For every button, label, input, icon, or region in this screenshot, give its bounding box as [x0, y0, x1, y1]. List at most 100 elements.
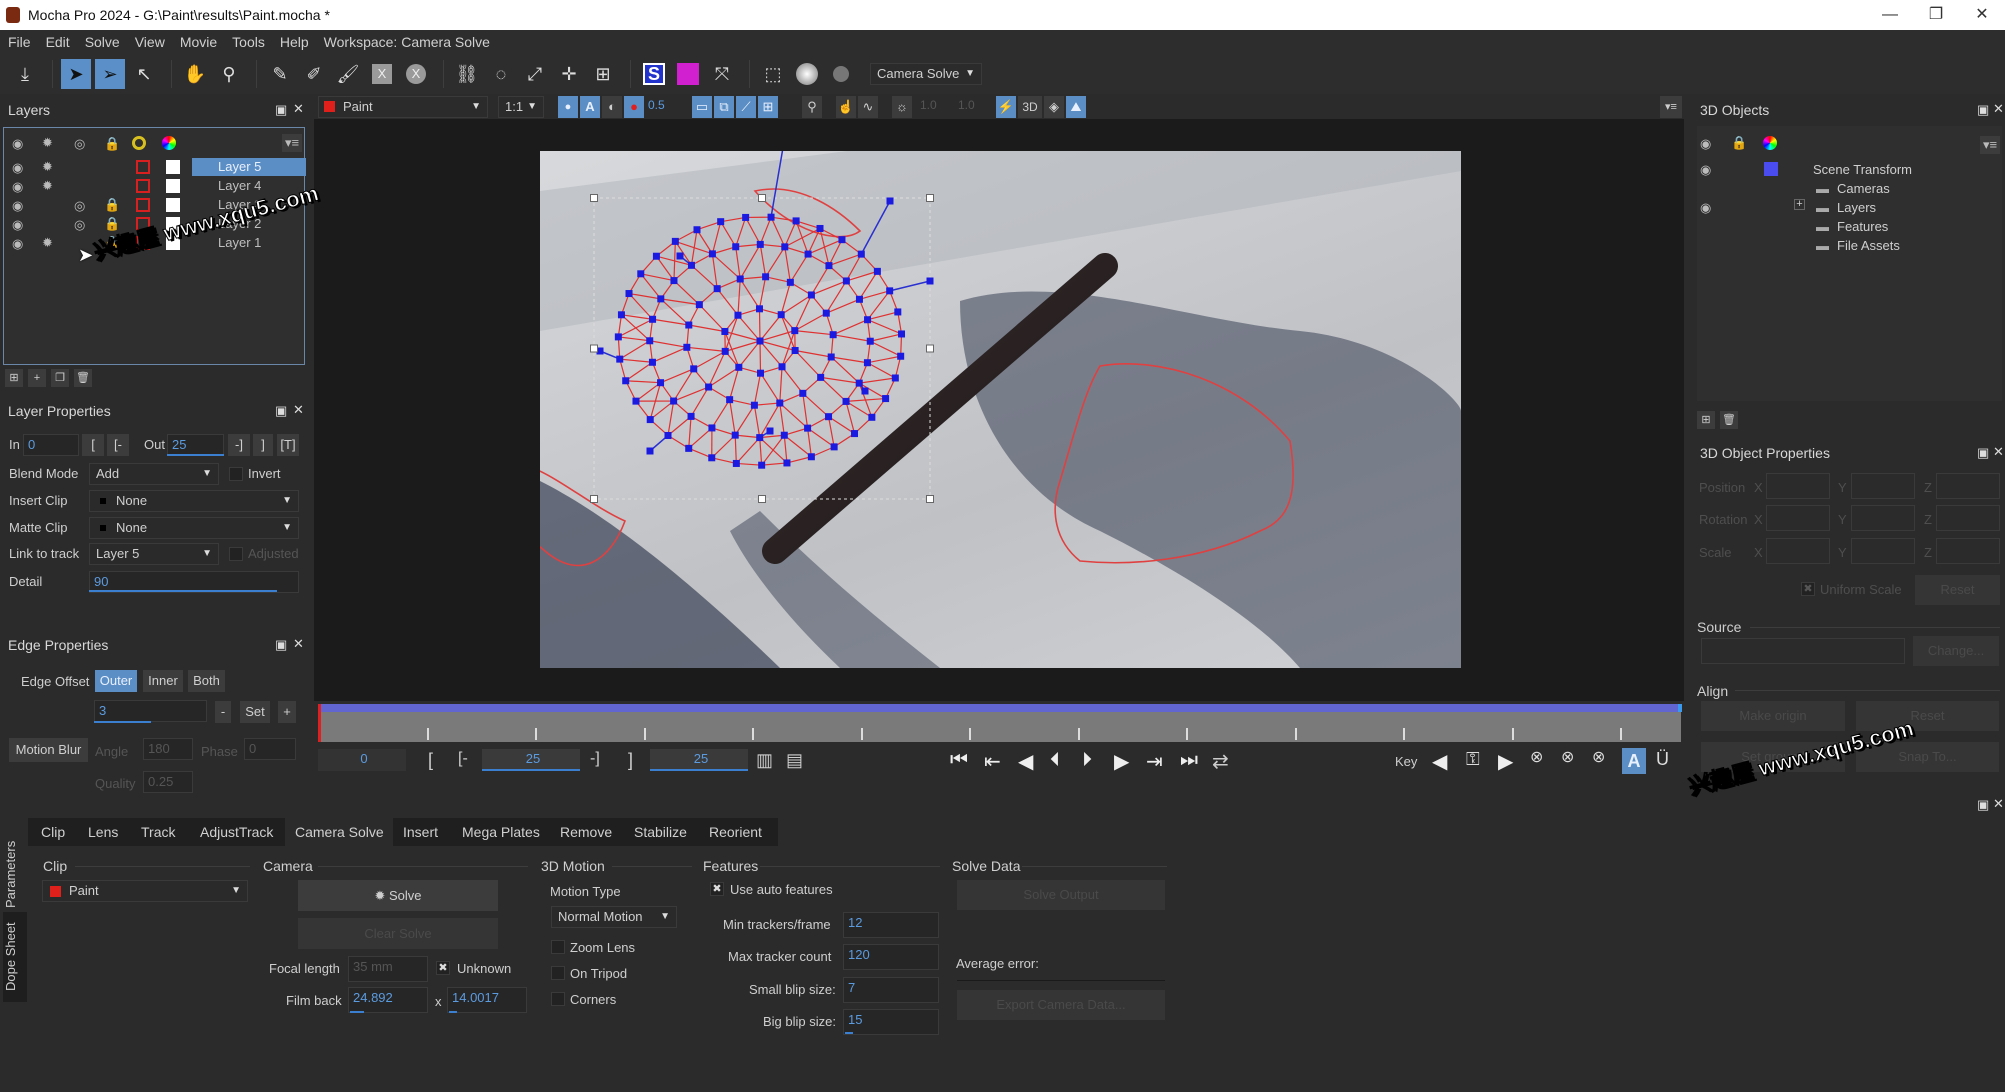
mesh-vertex[interactable] — [685, 444, 693, 452]
layer-row[interactable]: ◉ ✹ Layer 5 — [4, 158, 306, 177]
mesh-vertex[interactable] — [721, 327, 729, 335]
mesh-vertex[interactable] — [855, 295, 863, 303]
new-layer-icon[interactable]: + — [28, 369, 46, 387]
mesh-vertex[interactable] — [757, 369, 765, 377]
menu-help[interactable]: Help — [280, 34, 309, 50]
mesh-vertex[interactable] — [807, 291, 815, 299]
edge-inner-button[interactable]: Inner — [143, 670, 183, 692]
float-panel-icon[interactable]: ▣ — [1977, 445, 1989, 461]
big-blip-field[interactable]: 15 — [843, 1009, 939, 1035]
close-panel-icon[interactable]: ✕ — [1993, 444, 2004, 460]
mesh-vertex[interactable] — [657, 379, 665, 387]
bbox-handle[interactable] — [590, 344, 598, 353]
bbox-handle[interactable] — [758, 495, 766, 503]
nodes-icon[interactable]: ◈ — [1044, 96, 1064, 118]
restore-button[interactable]: ❐ — [1913, 0, 1959, 30]
step-forward-icon[interactable]: ⏵ — [1082, 749, 1092, 772]
mesh-vertex[interactable] — [827, 353, 835, 361]
tab-remove[interactable]: Remove — [550, 818, 623, 846]
mesh-vertex[interactable] — [792, 217, 800, 225]
alpha-icon[interactable]: A — [580, 96, 600, 118]
visibility-icon[interactable]: ◉ — [12, 236, 23, 252]
position-z-field[interactable] — [1936, 473, 2000, 499]
go-in-button[interactable]: [- — [458, 750, 468, 768]
tab-camera-solve[interactable]: Camera Solve — [285, 818, 394, 846]
mesh-vertex[interactable] — [804, 250, 812, 258]
min-trackers-field[interactable]: 12 — [843, 912, 939, 938]
mesh-vertex[interactable] — [776, 399, 784, 407]
track-forwards-icon[interactable]: ⇥ — [1146, 749, 1163, 774]
mesh-vertex[interactable] — [670, 277, 678, 285]
zoom-lens-checkbox[interactable] — [551, 940, 565, 954]
magnifier-icon[interactable]: ⚲ — [802, 96, 822, 118]
float-panel-icon[interactable]: ▣ — [275, 102, 287, 118]
layer-color-box[interactable] — [136, 198, 150, 212]
mesh-vertex[interactable] — [705, 383, 713, 391]
delete-all-keys-icon[interactable]: ⊗ — [1561, 747, 1574, 767]
close-panel-icon[interactable]: ✕ — [293, 402, 304, 418]
side-tab-parameters[interactable]: Parameters — [3, 828, 23, 920]
mesh-vertex[interactable] — [898, 330, 906, 338]
close-panel-icon[interactable]: ✕ — [1993, 796, 2004, 812]
rotation-x-field[interactable] — [1766, 505, 1830, 531]
source-field[interactable] — [1701, 638, 1905, 664]
mesh-vertex[interactable] — [851, 430, 859, 438]
go-out-button[interactable]: -] — [228, 434, 250, 456]
clear-solve-button[interactable]: Clear Solve — [298, 918, 498, 949]
offset-plus-button[interactable]: + — [278, 701, 296, 723]
mesh-vertex[interactable] — [791, 347, 799, 355]
bbox-handle[interactable] — [926, 495, 934, 503]
mesh-vertex[interactable] — [646, 337, 654, 345]
bezier-icon[interactable]: ✐ — [299, 59, 329, 89]
curve-icon[interactable]: ∿ — [858, 96, 878, 118]
footage-frame[interactable] — [540, 151, 1461, 668]
tab-lens[interactable]: Lens — [78, 818, 129, 846]
mesh-vertex[interactable] — [625, 290, 633, 298]
max-tracker-field[interactable]: 120 — [843, 944, 939, 970]
tape-icon[interactable] — [826, 59, 856, 89]
opacity-value[interactable]: 0.5 — [648, 98, 665, 112]
mesh-vertex[interactable] — [830, 443, 838, 451]
scale-z-field[interactable] — [1936, 538, 2000, 564]
mesh-vertex[interactable] — [816, 224, 824, 232]
mesh-vertex[interactable] — [842, 277, 850, 285]
bbox-handle[interactable] — [926, 344, 934, 353]
autokey-icon[interactable]: A — [1622, 748, 1646, 774]
link-icon[interactable]: ◎ — [74, 198, 85, 214]
scene-transform-item[interactable]: Scene Transform — [1813, 162, 1912, 177]
mesh-vertex[interactable] — [783, 459, 791, 467]
mesh-vertex[interactable] — [894, 308, 902, 316]
mesh-vertex[interactable] — [685, 321, 693, 329]
full-range-icon[interactable]: ▤ — [786, 750, 803, 771]
layer-name[interactable]: Layer 1 — [192, 234, 306, 252]
mesh-vertex[interactable] — [866, 337, 874, 345]
zoom-ratio-dropdown[interactable]: 1:1 — [498, 96, 544, 118]
set-out-button[interactable]: ] — [628, 750, 633, 771]
mesh-vertex[interactable] — [864, 316, 872, 324]
mesh-vertex[interactable] — [614, 333, 622, 341]
matte-clip-dropdown[interactable]: None — [89, 517, 299, 539]
menu-solve[interactable]: Solve — [85, 34, 120, 50]
mesh-vertex[interactable] — [799, 389, 807, 397]
in-point-field[interactable]: 25 — [482, 749, 580, 771]
phase-field[interactable]: 0 — [244, 738, 296, 760]
tab-insert[interactable]: Insert — [393, 818, 449, 846]
visibility-icon[interactable]: ◉ — [12, 198, 23, 214]
mesh-vertex[interactable] — [731, 431, 739, 439]
mesh-vertex[interactable] — [622, 377, 630, 385]
mesh-vertex[interactable] — [717, 218, 725, 226]
mesh-vertex[interactable] — [863, 359, 871, 367]
close-panel-icon[interactable]: ✕ — [293, 636, 304, 652]
bbox-handle[interactable] — [590, 194, 598, 202]
menu-movie[interactable]: Movie — [180, 34, 217, 50]
mesh-vertex[interactable] — [750, 401, 758, 409]
export-icon[interactable]: ⤓ — [10, 59, 40, 89]
mesh-vertex[interactable] — [777, 311, 785, 319]
prev-key-icon[interactable]: ◀ — [1432, 749, 1447, 774]
tree-item-features[interactable]: Features — [1837, 219, 1888, 234]
mesh-vertex[interactable] — [804, 424, 812, 432]
mesh-vertex[interactable] — [683, 343, 691, 351]
select-b-icon[interactable]: ➢ — [95, 59, 125, 89]
scene-color-swatch[interactable] — [1764, 162, 1778, 176]
step-back-icon[interactable]: ⏴ — [1050, 749, 1060, 772]
